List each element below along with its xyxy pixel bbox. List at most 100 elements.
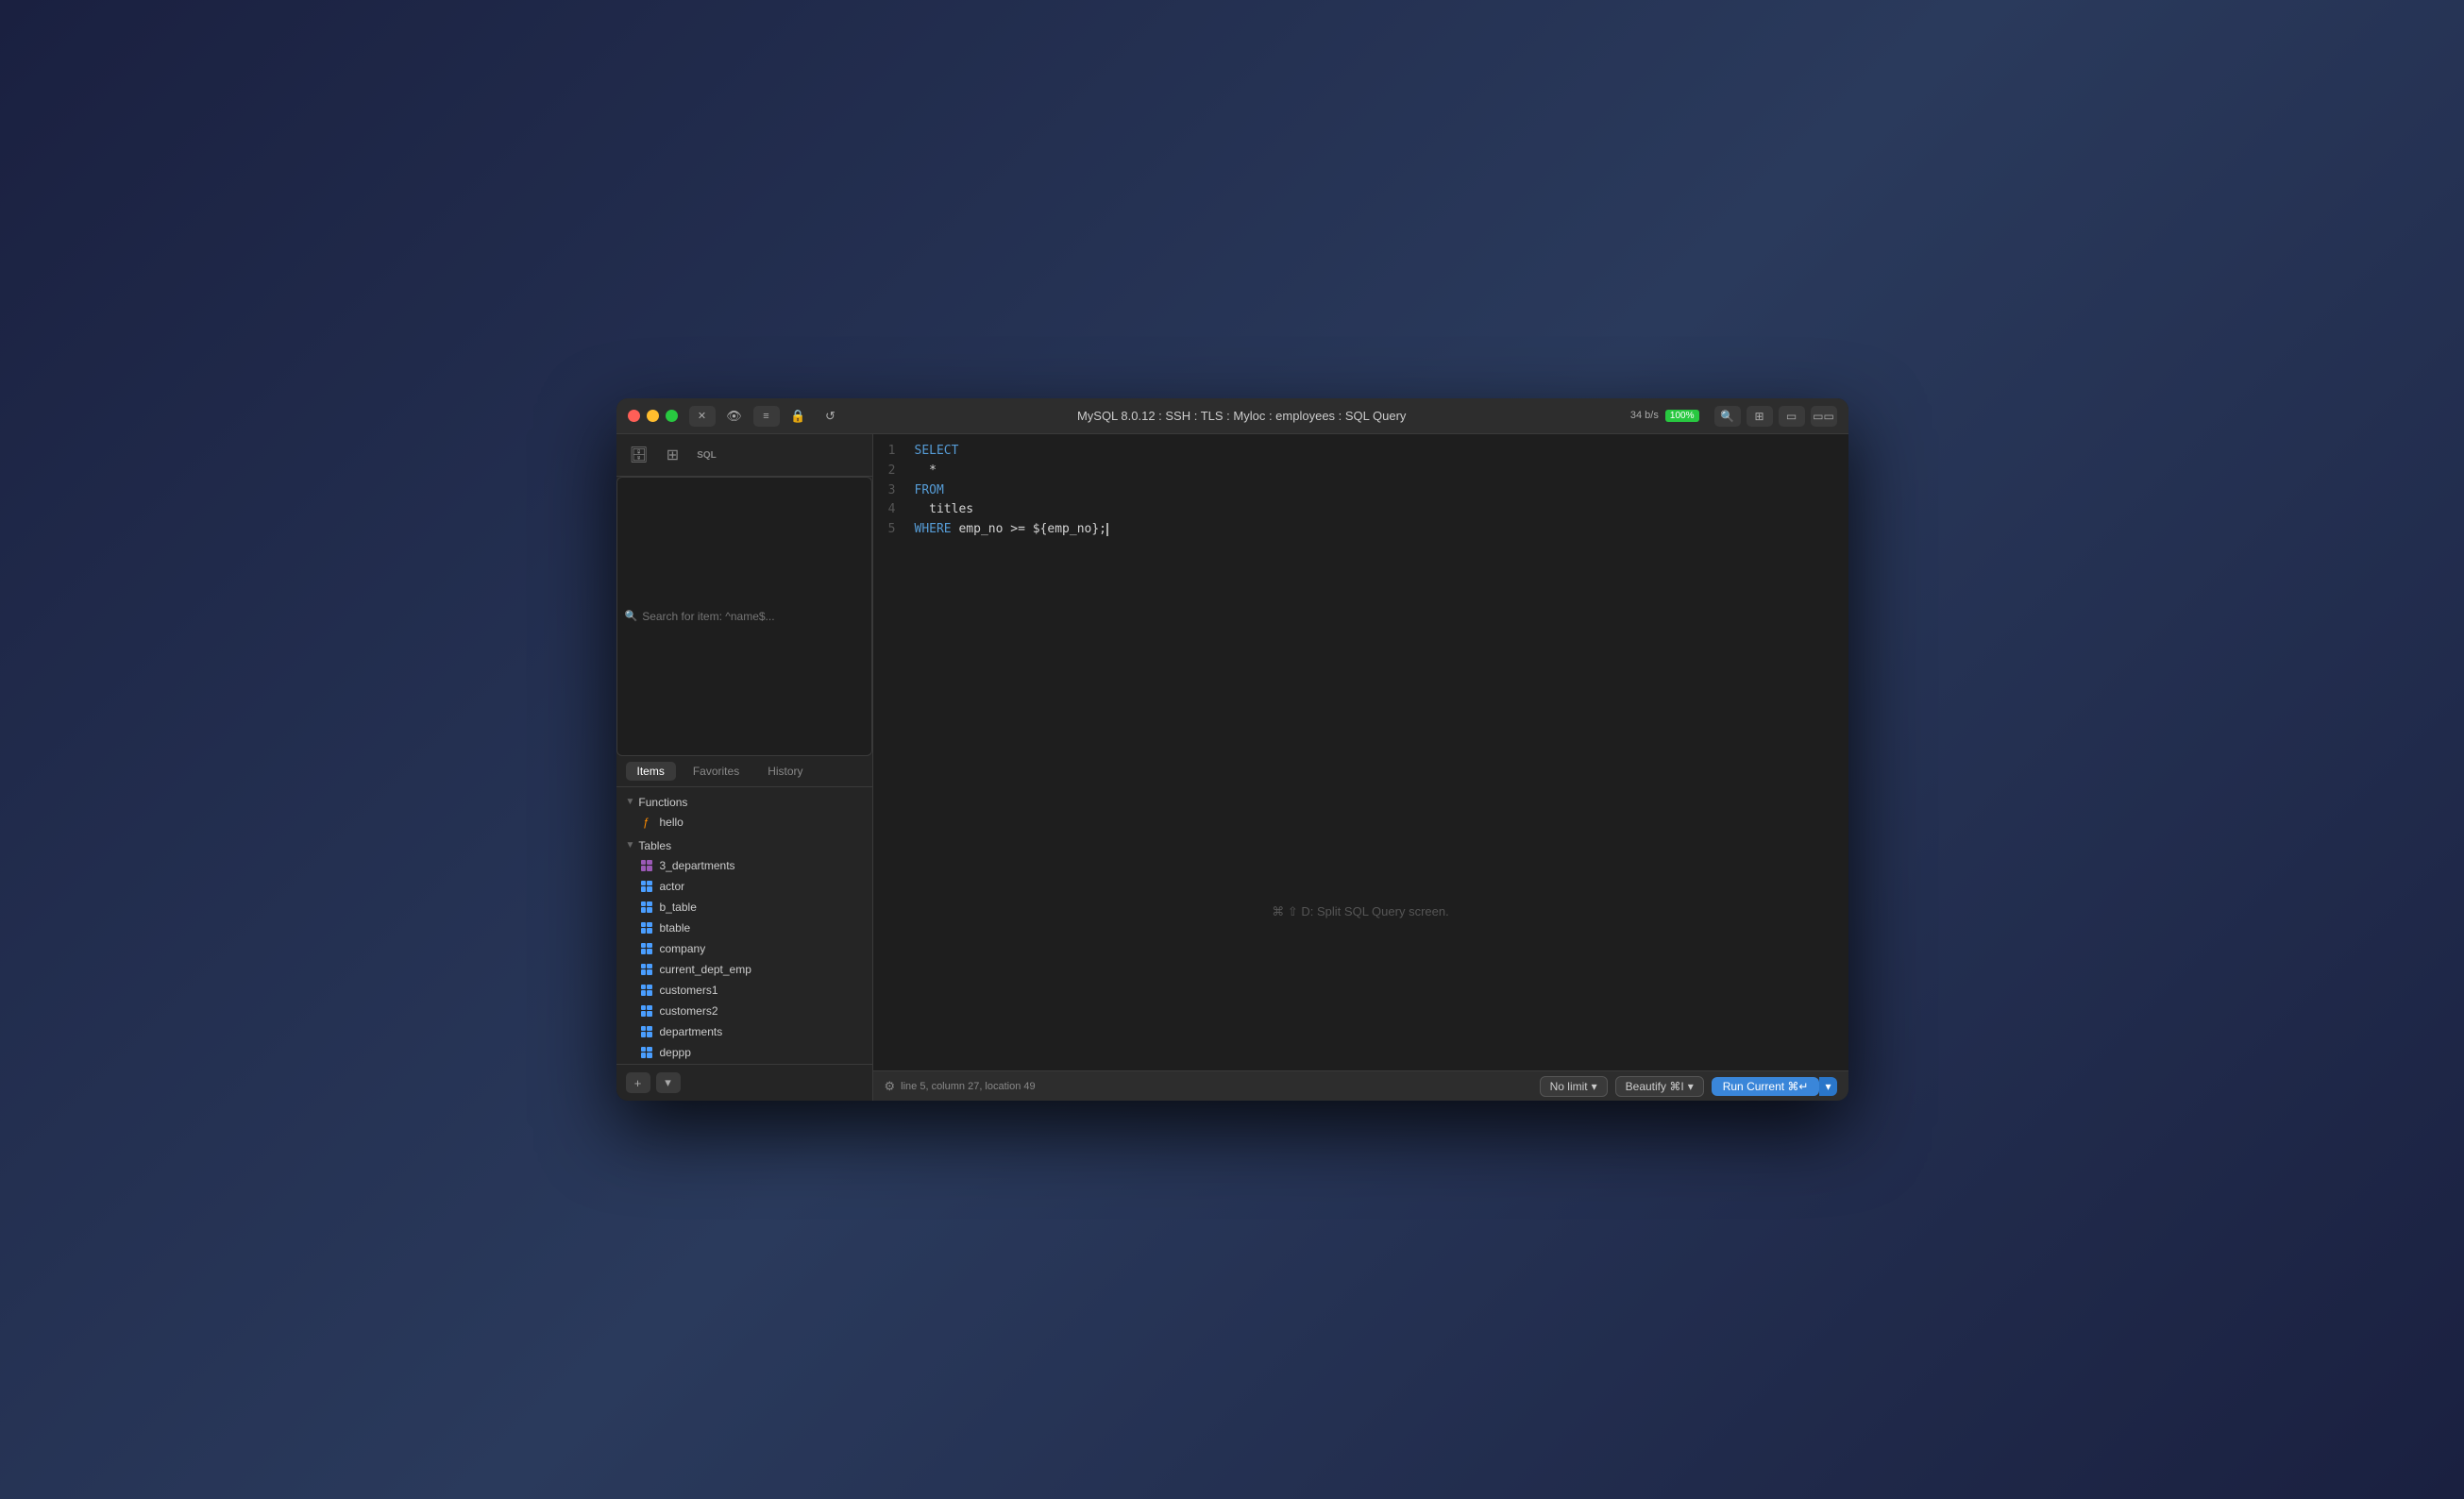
sql-icon[interactable]: SQL xyxy=(694,442,720,468)
table-icon xyxy=(639,920,654,935)
window-title: MySQL 8.0.12 : SSH : TLS : Myloc : emplo… xyxy=(1077,409,1407,423)
no-limit-button[interactable]: No limit ▾ xyxy=(1540,1076,1608,1097)
line-numbers: 1 2 3 4 5 xyxy=(873,434,907,752)
refresh-icon[interactable]: ↺ xyxy=(818,406,844,427)
item-label: 3_departments xyxy=(660,859,735,872)
chevron-down-icon: ▼ xyxy=(626,840,635,851)
chevron-down-button[interactable]: ▾ xyxy=(656,1072,681,1093)
table-icon xyxy=(639,1024,654,1039)
tab-history[interactable]: History xyxy=(756,762,814,781)
table-icon xyxy=(639,941,654,956)
add-button[interactable]: + xyxy=(626,1072,650,1093)
table-icon xyxy=(639,983,654,998)
item-label: b_table xyxy=(660,901,697,914)
list-item[interactable]: customers2 xyxy=(616,1001,872,1021)
app-window: ✕ 👁 ≡ 🔒 ↺ MySQL 8.0.12 : SSH : TLS : Myl… xyxy=(616,398,1848,1101)
gear-icon: ⚙ xyxy=(885,1079,896,1094)
table-icon xyxy=(639,900,654,915)
titlebar-right: 34 b/s 100% 🔍 ⊞ ▭ ▭▭ xyxy=(1630,406,1837,427)
tables-section: ▼ Tables 3_departments xyxy=(616,834,872,1065)
run-dropdown-button[interactable]: ▾ xyxy=(1819,1077,1836,1096)
list-item[interactable]: 3_departments xyxy=(616,855,872,876)
close-icon[interactable]: ✕ xyxy=(689,406,716,427)
chevron-down-icon: ▾ xyxy=(1688,1080,1694,1093)
chevron-down-icon: ▾ xyxy=(1592,1080,1597,1093)
status-bar: ⚙ line 5, column 27, location 49 No limi… xyxy=(873,1070,1848,1101)
tabs-bar: Items Favorites History xyxy=(616,756,872,787)
eye-icon[interactable]: 👁 xyxy=(721,406,748,427)
item-label: actor xyxy=(660,880,685,893)
minimize-button[interactable] xyxy=(647,410,659,422)
tables-header[interactable]: ▼ Tables xyxy=(616,836,872,855)
lock-icon[interactable]: 🔒 xyxy=(785,406,812,427)
search-icon: 🔍 xyxy=(625,610,638,622)
titlebar-center: MySQL 8.0.12 : SSH : TLS : Myloc : emplo… xyxy=(853,409,1630,423)
item-label: deppp xyxy=(660,1046,691,1059)
table-icon xyxy=(639,1045,654,1060)
functions-section: ▼ Functions ƒ hello xyxy=(616,791,872,834)
tab-favorites[interactable]: Favorites xyxy=(682,762,751,781)
item-label: current_dept_emp xyxy=(660,963,751,976)
titlebar: ✕ 👁 ≡ 🔒 ↺ MySQL 8.0.12 : SSH : TLS : Myl… xyxy=(616,398,1848,434)
functions-header[interactable]: ▼ Functions xyxy=(616,793,872,812)
close-button[interactable] xyxy=(628,410,640,422)
item-label: hello xyxy=(660,816,684,829)
main-content: 🗄 ⊞ SQL 🔍 Items Favorites History ▼ Func… xyxy=(616,434,1848,1101)
result-area: ⌘ ⇧ D: Split SQL Query screen. xyxy=(873,752,1848,1070)
no-limit-label: No limit xyxy=(1550,1080,1588,1093)
sql-code[interactable]: SELECT * FROM titles WHERE emp_no >= ${e… xyxy=(907,434,1848,752)
single-pane-icon[interactable]: ▭ xyxy=(1779,406,1805,427)
split-hint: ⌘ ⇧ D: Split SQL Query screen. xyxy=(1272,904,1448,919)
beautify-button[interactable]: Beautify ⌘I ▾ xyxy=(1615,1076,1704,1097)
titlebar-controls: ✕ 👁 ≡ 🔒 ↺ xyxy=(689,406,844,427)
sidebar-top: 🗄 ⊞ SQL xyxy=(616,434,872,477)
list-item[interactable]: deppp xyxy=(616,1042,872,1063)
tab-items[interactable]: Items xyxy=(626,762,676,781)
item-label: customers2 xyxy=(660,1004,718,1018)
list-item[interactable]: b_table xyxy=(616,897,872,918)
editor-panel: 1 2 3 4 5 SELECT * FROM titles WHERE emp… xyxy=(873,434,1848,1101)
functions-label: Functions xyxy=(638,796,687,809)
beautify-label: Beautify ⌘I xyxy=(1626,1080,1684,1093)
list-item[interactable]: ƒ hello xyxy=(616,812,872,833)
table-icon xyxy=(639,1003,654,1019)
search-icon[interactable]: 🔍 xyxy=(1714,406,1741,427)
editor-area: 1 2 3 4 5 SELECT * FROM titles WHERE emp… xyxy=(873,434,1848,1070)
list-item[interactable]: btable xyxy=(616,918,872,938)
status-right: No limit ▾ Beautify ⌘I ▾ Run Current ⌘↵ … xyxy=(1540,1076,1837,1097)
db-icon[interactable]: 🗄 xyxy=(626,442,652,468)
list-item[interactable]: departments xyxy=(616,1021,872,1042)
table-icon xyxy=(639,879,654,894)
search-container: 🔍 xyxy=(616,477,872,756)
run-current-button[interactable]: Run Current ⌘↵ xyxy=(1712,1077,1820,1096)
speed-display: 34 b/s 100% xyxy=(1630,410,1699,422)
search-input[interactable] xyxy=(642,610,863,623)
titlebar-actions: 🔍 ⊞ ▭ ▭▭ xyxy=(1714,406,1837,427)
table-icon xyxy=(639,858,654,873)
maximize-button[interactable] xyxy=(666,410,678,422)
table-icon xyxy=(639,962,654,977)
split-pane-icon[interactable]: ▭▭ xyxy=(1811,406,1837,427)
sidebar-bottom: + ▾ xyxy=(616,1064,872,1101)
list-item[interactable]: current_dept_emp xyxy=(616,959,872,980)
list-item[interactable]: customers1 xyxy=(616,980,872,1001)
chevron-down-icon: ▼ xyxy=(626,797,635,807)
status-position: line 5, column 27, location 49 xyxy=(901,1081,1035,1092)
traffic-lights xyxy=(628,410,678,422)
item-label: company xyxy=(660,942,706,955)
sidebar: 🗄 ⊞ SQL 🔍 Items Favorites History ▼ Func… xyxy=(616,434,873,1101)
grid-view-icon[interactable]: ⊞ xyxy=(1747,406,1773,427)
item-label: departments xyxy=(660,1025,723,1038)
list-item[interactable]: company xyxy=(616,938,872,959)
sidebar-tree: ▼ Functions ƒ hello ▼ Tables xyxy=(616,787,872,1065)
item-label: customers1 xyxy=(660,984,718,997)
tables-label: Tables xyxy=(638,839,671,852)
menu-icon[interactable]: ≡ xyxy=(753,406,780,427)
list-item[interactable]: actor xyxy=(616,876,872,897)
code-editor[interactable]: 1 2 3 4 5 SELECT * FROM titles WHERE emp… xyxy=(873,434,1848,752)
item-label: btable xyxy=(660,921,691,935)
run-button-group: Run Current ⌘↵ ▾ xyxy=(1712,1077,1837,1096)
function-icon: ƒ xyxy=(639,815,654,830)
table-icon[interactable]: ⊞ xyxy=(660,442,686,468)
run-label: Run Current ⌘↵ xyxy=(1723,1080,1809,1093)
